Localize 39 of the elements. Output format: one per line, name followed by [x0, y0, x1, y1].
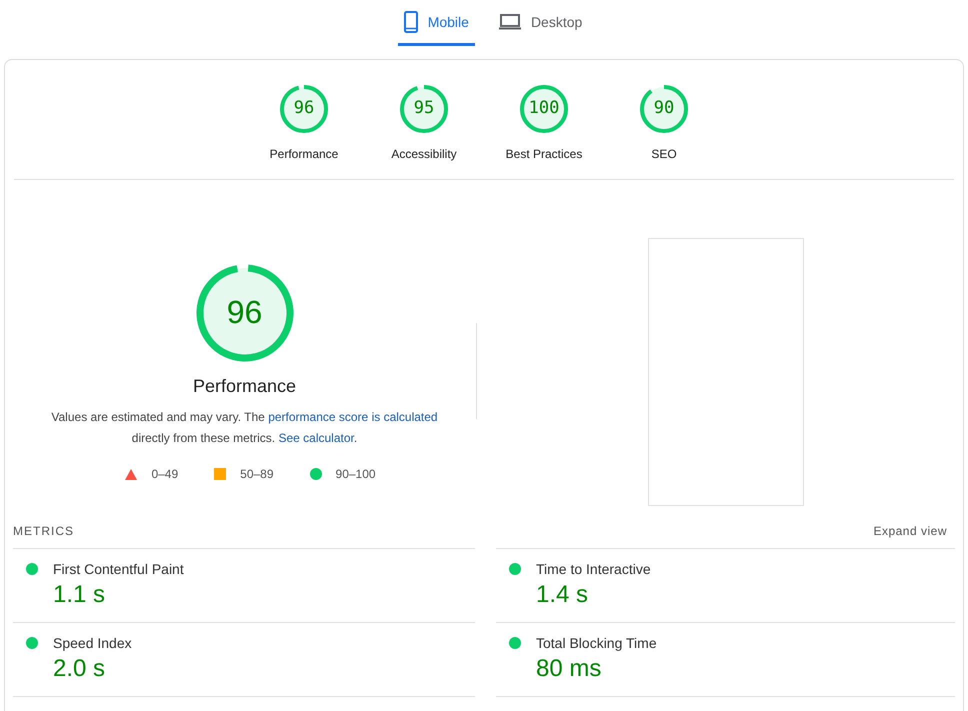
laptop-icon: [498, 14, 521, 30]
score-value: 96: [226, 294, 264, 331]
score-value: 95: [412, 98, 436, 118]
metric-value: 1.1 s: [53, 581, 106, 609]
category-label: Best Practices: [506, 147, 582, 161]
score-value: 96: [292, 98, 316, 118]
status-dot-icon: [26, 563, 38, 575]
metric-name: Speed Index: [53, 635, 132, 651]
metric-value: 1.4 s: [536, 581, 590, 609]
metric-value: 2.0 s: [53, 655, 106, 683]
description-text: Values are estimated and may vary. The: [51, 410, 265, 424]
square-icon: [214, 468, 226, 480]
triangle-icon: [125, 468, 138, 480]
metric-name: First Contentful Paint: [53, 561, 184, 577]
link[interactable]: See calculator: [278, 431, 354, 445]
expand-link[interactable]: Expand view: [873, 524, 947, 538]
circle-icon: [310, 468, 322, 480]
status-dot-icon: [509, 637, 521, 649]
metric-value: 80 ms: [536, 655, 602, 683]
tab[interactable]: Mobile: [398, 0, 475, 46]
category-label: SEO: [651, 147, 677, 161]
category-label: Accessibility: [391, 147, 457, 161]
score-value: 90: [652, 98, 676, 118]
section-heading: METRICS: [13, 524, 74, 538]
tab[interactable]: Desktop: [492, 0, 588, 46]
status-dot-icon: [26, 637, 38, 649]
link[interactable]: performance score is calculated: [268, 410, 438, 424]
metric-name: Time to Interactive: [536, 561, 651, 577]
legend-label: 90–100: [336, 467, 376, 481]
gauge-title: Performance: [192, 376, 296, 397]
legend-label: 0–49: [151, 467, 178, 481]
legend-label: 50–89: [240, 467, 274, 481]
metric-name: Total Blocking Time: [536, 635, 657, 651]
description-text: directly from these metrics.: [132, 431, 276, 445]
status-dot-icon: [509, 563, 521, 575]
phone-icon: [404, 10, 418, 32]
score-value: 100: [528, 98, 560, 118]
category-label: Performance: [270, 147, 338, 161]
description-text: .: [354, 431, 358, 445]
